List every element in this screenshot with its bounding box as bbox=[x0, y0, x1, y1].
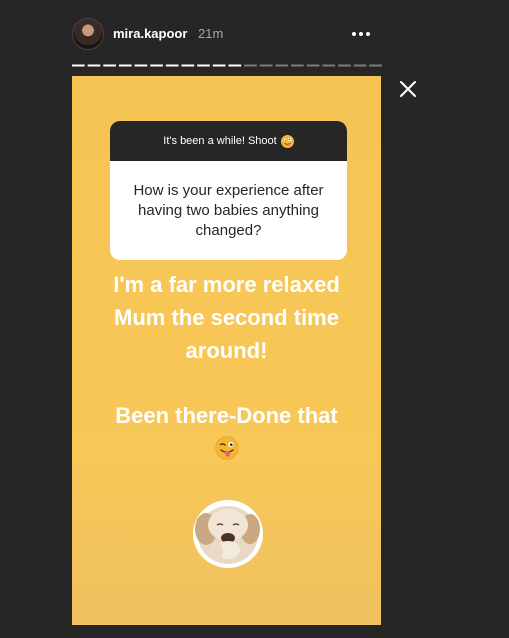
progress-segment bbox=[338, 64, 351, 67]
progress-segment bbox=[197, 64, 210, 67]
question-title: It's been a while! Shoot bbox=[163, 135, 277, 147]
progress-segment bbox=[259, 64, 273, 67]
progress-segment bbox=[181, 64, 195, 67]
close-icon[interactable] bbox=[397, 78, 419, 100]
progress-segment bbox=[165, 64, 179, 67]
progress-segment bbox=[275, 64, 289, 67]
story-progress-bar bbox=[72, 64, 382, 67]
answer-line: around! bbox=[185, 338, 268, 363]
progress-segment bbox=[291, 64, 304, 67]
answer-line: Been there-Done that bbox=[115, 403, 338, 428]
goofy-face-icon bbox=[280, 134, 294, 148]
progress-segment bbox=[212, 64, 226, 67]
progress-segment bbox=[244, 64, 257, 67]
username[interactable]: mira.kapoor bbox=[113, 26, 187, 41]
more-options-icon[interactable] bbox=[348, 24, 374, 44]
puppy-sticker[interactable] bbox=[190, 495, 266, 571]
story-header: mira.kapoor 21m bbox=[72, 18, 382, 50]
progress-segments bbox=[72, 64, 382, 67]
answer-line: Mum the second time bbox=[114, 305, 339, 330]
progress-segment bbox=[228, 64, 242, 67]
progress-segment bbox=[150, 64, 163, 67]
progress-segment bbox=[134, 64, 148, 67]
progress-segment bbox=[369, 64, 382, 67]
progress-segment bbox=[353, 64, 367, 67]
post-time: 21m bbox=[198, 26, 224, 41]
winking-tongue-icon bbox=[215, 436, 239, 460]
question-sticker[interactable]: It's been a while! Shoot How is your exp… bbox=[110, 121, 347, 260]
answer-text: I'm a far more relaxed Mum the second ti… bbox=[72, 268, 381, 432]
question-text: How is your experience after having two … bbox=[133, 181, 324, 239]
progress-segment bbox=[87, 64, 101, 67]
progress-segment bbox=[306, 64, 320, 67]
answer-line: I'm a far more relaxed bbox=[113, 272, 340, 297]
avatar[interactable] bbox=[72, 18, 104, 50]
progress-segment bbox=[118, 64, 132, 67]
story-card[interactable]: It's been a while! Shoot How is your exp… bbox=[72, 76, 381, 625]
question-header: It's been a while! Shoot bbox=[110, 121, 347, 161]
progress-segment bbox=[322, 64, 336, 67]
progress-segment bbox=[103, 64, 116, 67]
progress-segment bbox=[72, 64, 85, 67]
